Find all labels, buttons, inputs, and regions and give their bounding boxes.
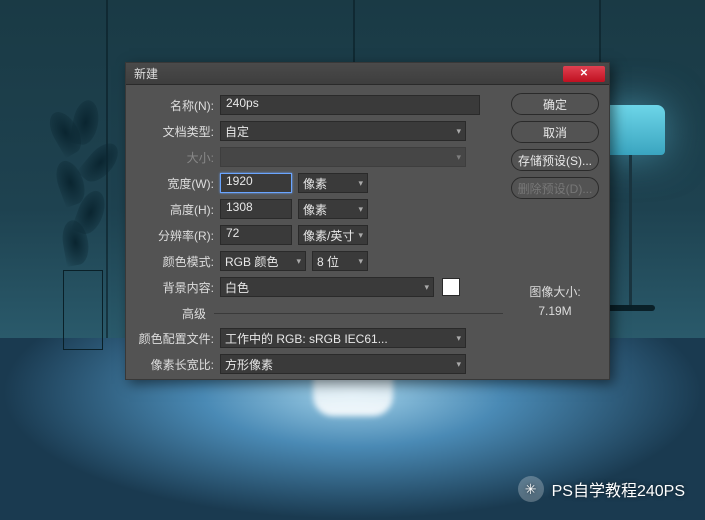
chevron-down-icon: ▾ xyxy=(456,333,461,344)
chevron-down-icon: ▾ xyxy=(358,256,363,267)
doctype-select[interactable]: 自定▾ xyxy=(220,121,466,141)
advanced-divider: 高级 xyxy=(136,305,503,322)
image-size-label: 图像大小: xyxy=(511,283,599,302)
width-input[interactable]: 1920 xyxy=(220,173,292,193)
colormode-select[interactable]: RGB 颜色▾ xyxy=(220,251,306,271)
aspect-select[interactable]: 方形像素▾ xyxy=(220,354,466,374)
colormode-label: 颜色模式: xyxy=(136,253,220,270)
colorprofile-label: 颜色配置文件: xyxy=(136,330,220,347)
width-unit-select[interactable]: 像素▾ xyxy=(298,173,368,193)
plant xyxy=(48,100,118,350)
name-label: 名称(N): xyxy=(136,97,220,114)
ok-button[interactable]: 确定 xyxy=(511,93,599,115)
height-unit-select[interactable]: 像素▾ xyxy=(298,199,368,219)
watermark-text: PS自学教程240PS xyxy=(552,477,685,501)
dialog-title: 新建 xyxy=(130,65,563,82)
new-document-dialog: 新建 ✕ 名称(N): 240ps 文档类型: 自定▾ 大小: ▾ xyxy=(125,62,610,380)
cancel-button[interactable]: 取消 xyxy=(511,121,599,143)
side-column: 确定 取消 存储预设(S)... 删除预设(D)... 图像大小: 7.19M xyxy=(503,93,599,371)
chevron-down-icon: ▾ xyxy=(358,230,363,241)
chevron-down-icon: ▾ xyxy=(296,256,301,267)
height-label: 高度(H): xyxy=(136,201,220,218)
resolution-input[interactable]: 72 xyxy=(220,225,292,245)
bgcontent-label: 背景内容: xyxy=(136,279,220,296)
doctype-label: 文档类型: xyxy=(136,123,220,140)
close-button[interactable]: ✕ xyxy=(563,66,605,82)
colorprofile-select[interactable]: 工作中的 RGB: sRGB IEC61...▾ xyxy=(220,328,466,348)
wechat-icon: ✳ xyxy=(518,476,544,502)
width-label: 宽度(W): xyxy=(136,175,220,192)
name-input[interactable]: 240ps xyxy=(220,95,480,115)
chevron-down-icon: ▾ xyxy=(424,282,429,293)
colordepth-select[interactable]: 8 位▾ xyxy=(312,251,368,271)
image-size-value: 7.19M xyxy=(511,302,599,321)
height-input[interactable]: 1308 xyxy=(220,199,292,219)
form-column: 名称(N): 240ps 文档类型: 自定▾ 大小: ▾ 宽度(W): 1920 xyxy=(136,93,503,371)
chevron-down-icon: ▾ xyxy=(358,204,363,215)
size-select: ▾ xyxy=(220,147,466,167)
dialog-titlebar[interactable]: 新建 ✕ xyxy=(126,63,609,85)
image-size-info: 图像大小: 7.19M xyxy=(511,283,599,321)
bgcolor-swatch[interactable] xyxy=(442,278,460,296)
chevron-down-icon: ▾ xyxy=(456,152,461,163)
delete-preset-button: 删除预设(D)... xyxy=(511,177,599,199)
chevron-down-icon: ▾ xyxy=(456,126,461,137)
watermark: ✳ PS自学教程240PS xyxy=(518,476,685,502)
size-label: 大小: xyxy=(136,149,220,166)
bgcontent-select[interactable]: 白色▾ xyxy=(220,277,434,297)
aspect-label: 像素长宽比: xyxy=(136,356,220,373)
chevron-down-icon: ▾ xyxy=(358,178,363,189)
resolution-label: 分辨率(R): xyxy=(136,227,220,244)
chevron-down-icon: ▾ xyxy=(456,359,461,370)
resolution-unit-select[interactable]: 像素/英寸▾ xyxy=(298,225,368,245)
close-icon: ✕ xyxy=(580,68,588,79)
advanced-label: 高级 xyxy=(136,305,214,322)
save-preset-button[interactable]: 存储预设(S)... xyxy=(511,149,599,171)
